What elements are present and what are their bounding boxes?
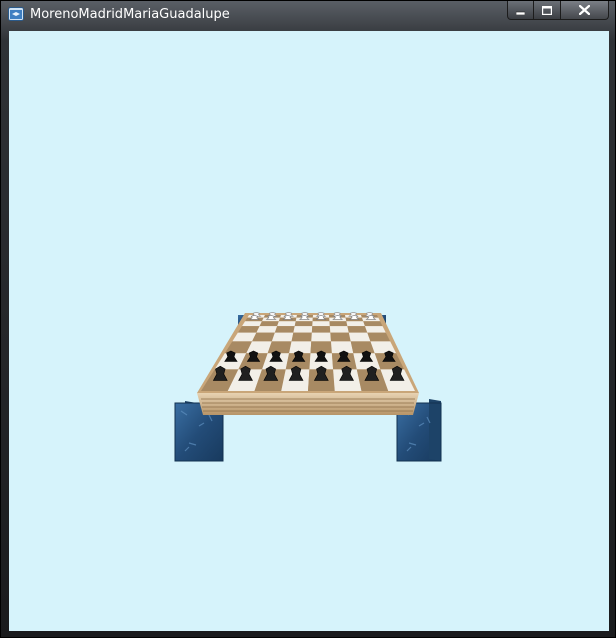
minimize-button[interactable]	[507, 1, 534, 20]
board-square	[267, 341, 292, 354]
board-square	[291, 332, 312, 342]
board-square	[312, 321, 330, 327]
board-square	[329, 321, 348, 327]
maximize-button[interactable]	[534, 1, 561, 20]
board-square	[259, 321, 279, 327]
board-square	[256, 326, 278, 333]
board-square	[311, 326, 331, 333]
board-square	[311, 332, 331, 342]
close-icon	[579, 5, 590, 15]
render-viewport[interactable]	[9, 31, 609, 631]
chess-table-scene	[174, 312, 442, 462]
window-controls	[507, 1, 609, 21]
title-bar[interactable]: MorenoMadridMariaGuadalupe	[1, 1, 615, 29]
board-square	[294, 321, 313, 327]
board-square	[364, 326, 386, 333]
close-button[interactable]	[561, 1, 609, 20]
board-square	[242, 321, 262, 327]
board-square	[329, 326, 349, 333]
board-square	[363, 321, 383, 327]
board-square	[330, 332, 351, 342]
board-square	[346, 321, 365, 327]
board-square	[271, 332, 294, 342]
application-window: MorenoMadridMariaGuadalupe	[0, 0, 616, 638]
app-window-icon	[8, 7, 24, 21]
maximize-icon	[542, 5, 552, 15]
board-square	[348, 332, 371, 342]
board-square	[274, 326, 295, 333]
window-title: MorenoMadridMariaGuadalupe	[30, 7, 230, 22]
board-square	[347, 326, 368, 333]
board-square	[277, 321, 296, 327]
board-square	[293, 326, 313, 333]
minimize-icon	[516, 11, 525, 15]
